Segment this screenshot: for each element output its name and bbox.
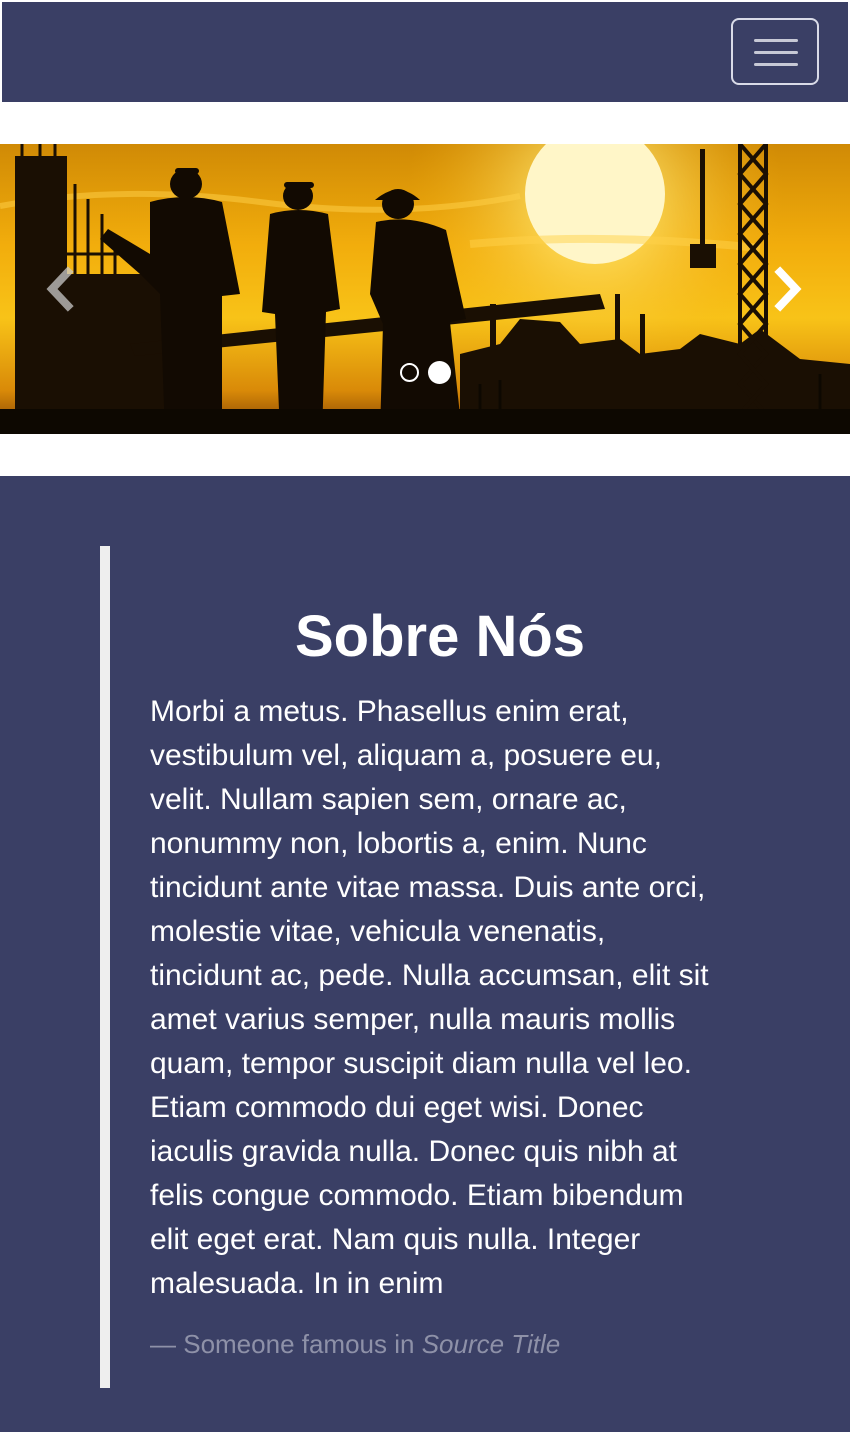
about-title: Sobre Nós <box>294 604 586 669</box>
hamburger-menu-icon <box>754 39 798 42</box>
navbar-toggle-button[interactable] <box>731 18 819 85</box>
about-blockquote: Sobre Nós Morbi a metus. Phasellus enim … <box>100 546 720 1388</box>
chevron-left-icon <box>46 266 74 312</box>
carousel-slide-image <box>0 144 850 434</box>
quote-footer: — Someone famous in Source Title <box>150 1326 710 1362</box>
carousel-indicator-2-active[interactable] <box>428 361 451 384</box>
about-section: Sobre Nós Morbi a metus. Phasellus enim … <box>0 476 850 1432</box>
quote-footer-prefix: — Someone famous in <box>150 1329 415 1359</box>
carousel-indicators <box>398 360 458 386</box>
carousel-indicator-1[interactable] <box>400 363 419 382</box>
about-text: Morbi a metus. Phasellus enim erat, vest… <box>150 695 709 1300</box>
chevron-right-icon <box>774 266 802 312</box>
quote-source-title: Source Title <box>421 1329 561 1359</box>
image-carousel <box>0 144 850 434</box>
carousel-next-button[interactable] <box>768 266 808 312</box>
navbar <box>2 2 848 102</box>
carousel-prev-button[interactable] <box>40 266 80 312</box>
